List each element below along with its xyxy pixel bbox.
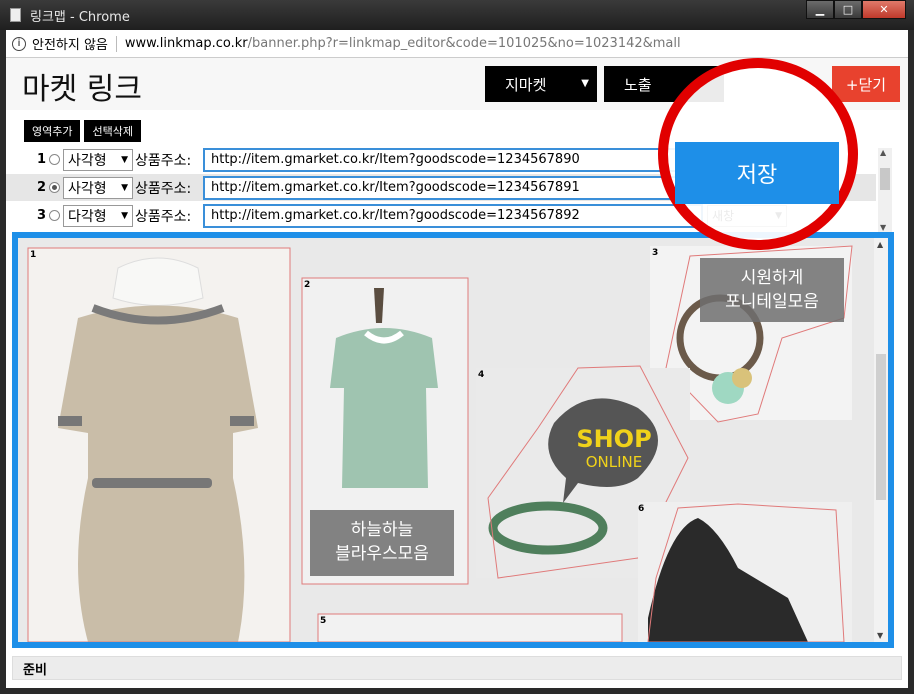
region-number: 3 bbox=[652, 248, 659, 258]
row-radio[interactable] bbox=[49, 182, 60, 193]
scroll-thumb[interactable] bbox=[876, 354, 886, 500]
document-icon bbox=[10, 8, 21, 22]
shape-select[interactable]: 다각형 ▼ bbox=[63, 204, 133, 227]
region-number: 6 bbox=[638, 504, 645, 514]
window-titlebar: 링크맵 - Chrome ▁ □ ✕ bbox=[0, 0, 914, 30]
scroll-up-icon[interactable]: ▲ bbox=[877, 240, 883, 249]
blouse-caption: 하늘하늘 블라우스모음 bbox=[310, 510, 454, 576]
shape-select-value: 다각형 bbox=[68, 208, 107, 225]
row-number: 1 bbox=[36, 152, 46, 167]
url-label: 상품주소: bbox=[135, 180, 192, 197]
url-label: 상품주소: bbox=[135, 152, 192, 169]
scroll-down-icon[interactable]: ▼ bbox=[880, 223, 886, 232]
product-url-input[interactable]: http://item.gmarket.co.kr/Item?goodscode… bbox=[203, 203, 703, 228]
shape-select-value: 사각형 bbox=[68, 152, 107, 169]
region-number: 4 bbox=[478, 370, 485, 380]
region-number: 1 bbox=[30, 250, 37, 260]
maximize-button[interactable]: □ bbox=[834, 0, 862, 19]
dress-product bbox=[28, 248, 290, 642]
scroll-up-icon[interactable]: ▲ bbox=[880, 148, 886, 157]
window-controls: ▁ □ ✕ bbox=[806, 0, 906, 20]
row-number: 2 bbox=[36, 180, 46, 195]
ponytail-caption: 시원하게 포니테일모음 bbox=[700, 258, 844, 322]
shoes-product bbox=[638, 502, 852, 642]
shape-select[interactable]: 사각형 ▼ bbox=[63, 148, 133, 171]
page-content: 마켓 링크 지마켓 ▼ 노출 +닫기 영역추가 선택삭제 1 사각형 ▼ 상품주소:… bbox=[6, 58, 908, 688]
caption-line: 블라우스모음 bbox=[335, 544, 429, 564]
url-host: www.linkmap.co.kr bbox=[124, 36, 248, 51]
security-label: 안전하지 않음 bbox=[32, 38, 108, 53]
image-map-canvas[interactable]: 1 2 3 4 5 6 시원하게 포니테일모음 하늘하늘 블라우스모음 SHOP… bbox=[12, 232, 894, 648]
add-region-button[interactable]: 영역추가 bbox=[24, 120, 81, 142]
dropdown-arrow-icon: ▼ bbox=[121, 182, 128, 193]
market-select[interactable]: 지마켓 ▼ bbox=[485, 66, 597, 102]
window-title: 링크맵 - Chrome bbox=[30, 10, 130, 25]
dropdown-arrow-icon: ▼ bbox=[581, 78, 589, 89]
caption-line: 하늘하늘 bbox=[350, 520, 414, 540]
scroll-thumb[interactable] bbox=[880, 168, 890, 190]
close-button[interactable]: +닫기 bbox=[832, 66, 900, 102]
market-select-value: 지마켓 bbox=[505, 75, 547, 94]
status-bar: 준비 bbox=[12, 656, 902, 680]
minimize-button[interactable]: ▁ bbox=[806, 0, 834, 19]
region-number: 5 bbox=[320, 616, 327, 626]
caption-line: 시원하게 bbox=[740, 268, 804, 288]
shape-select-value: 사각형 bbox=[68, 180, 107, 197]
canvas-scrollbar[interactable]: ▲ ▼ bbox=[874, 238, 888, 642]
browser-frame: i 안전하지 않음 www.linkmap.co.kr/banner.php?r… bbox=[0, 30, 914, 694]
info-icon[interactable]: i bbox=[12, 36, 26, 51]
region-list-scrollbar[interactable]: ▲ ▼ bbox=[878, 148, 892, 232]
product-url-input[interactable]: http://item.gmarket.co.kr/Item?goodscode… bbox=[203, 175, 703, 200]
window-close-button[interactable]: ✕ bbox=[862, 0, 906, 19]
caption-line: 포니테일모음 bbox=[725, 292, 819, 312]
address-divider bbox=[115, 35, 117, 52]
row-radio[interactable] bbox=[49, 210, 60, 221]
shape-select[interactable]: 사각형 ▼ bbox=[63, 176, 133, 199]
address-bar[interactable]: i 안전하지 않음 www.linkmap.co.kr/banner.php?r… bbox=[6, 30, 908, 58]
delete-selected-button[interactable]: 선택삭제 bbox=[84, 120, 141, 142]
dropdown-arrow-icon: ▼ bbox=[121, 154, 128, 165]
row-radio[interactable] bbox=[49, 154, 60, 165]
row-number: 3 bbox=[36, 208, 46, 223]
page-title: 마켓 링크 bbox=[22, 72, 142, 107]
url-label: 상품주소: bbox=[135, 208, 192, 225]
region-toolbar: 영역추가 선택삭제 bbox=[24, 120, 141, 142]
region-number: 2 bbox=[304, 280, 311, 290]
product-url-input[interactable]: http://item.gmarket.co.kr/Item?goodscode… bbox=[203, 147, 703, 172]
shop-caption: SHOP bbox=[576, 425, 652, 453]
save-button[interactable]: 저장 bbox=[675, 142, 839, 204]
online-caption: ONLINE bbox=[585, 453, 643, 471]
scroll-down-icon[interactable]: ▼ bbox=[877, 631, 883, 640]
dropdown-arrow-icon: ▼ bbox=[121, 210, 128, 221]
url-path: /banner.php?r=linkmap_editor&code=101025… bbox=[247, 36, 681, 51]
